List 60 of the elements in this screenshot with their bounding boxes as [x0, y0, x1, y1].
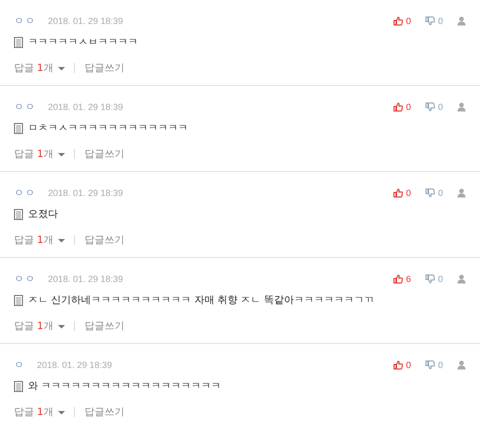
document-icon	[14, 36, 23, 48]
person-icon[interactable]	[457, 102, 466, 112]
document-icon	[14, 208, 23, 220]
comment-text: 오졌다	[28, 208, 58, 221]
caret-icon	[58, 238, 66, 242]
caret-icon	[58, 66, 66, 70]
person-icon[interactable]	[457, 188, 466, 198]
thumbs-down-icon	[424, 274, 435, 284]
caret-icon	[58, 324, 66, 328]
thumbs-down-icon	[424, 360, 435, 370]
dislike-button[interactable]: 0	[424, 188, 443, 198]
comment-date: 2018. 01. 29 18:39	[48, 102, 124, 112]
comment-date: 2018. 01. 29 18:39	[37, 360, 112, 370]
comment-text: ㅋㅋㅋㅋㅋㅅㅂㅋㅋㅋㅋ	[28, 36, 138, 49]
like-button[interactable]: 0	[392, 360, 411, 370]
comment-text: ㅈㄴ 신기하네ㅋㅋㅋㅋㅋㅋㅋㅋㅋㅋ 자매 취향 ㅈㄴ 똑같아ㅋㅋㅋㅋㅋㅋㄱㄲ	[28, 294, 374, 307]
like-button[interactable]: 6	[392, 274, 411, 284]
like-button[interactable]: 0	[392, 188, 411, 198]
like-button[interactable]: 0	[392, 102, 411, 112]
replies-toggle[interactable]: 답글 1개	[14, 147, 66, 161]
person-icon[interactable]	[457, 274, 466, 284]
document-icon	[14, 122, 23, 134]
write-reply-link[interactable]: 답글쓰기	[84, 319, 124, 333]
thumbs-up-icon	[392, 360, 403, 370]
comment-date: 2018. 01. 29 18:39	[48, 274, 124, 284]
thumbs-down-icon	[424, 16, 435, 26]
author-name[interactable]: ㅇㅇ	[14, 186, 36, 200]
author-name[interactable]: ㅇㅇ	[14, 14, 36, 28]
author-name[interactable]: ㅇㅇ	[14, 100, 36, 114]
dislike-button[interactable]: 0	[424, 16, 443, 26]
thumbs-down-icon	[424, 102, 435, 112]
comment-date: 2018. 01. 29 18:39	[48, 188, 124, 198]
caret-icon	[58, 152, 66, 156]
document-icon	[14, 294, 23, 306]
write-reply-link[interactable]: 답글쓰기	[84, 233, 124, 247]
thumbs-up-icon	[392, 188, 403, 198]
write-reply-link[interactable]: 답글쓰기	[84, 405, 124, 419]
thumbs-up-icon	[392, 274, 403, 284]
dislike-button[interactable]: 0	[424, 274, 443, 284]
thumbs-up-icon	[392, 102, 403, 112]
like-button[interactable]: 0	[392, 16, 411, 26]
author-name[interactable]: ㅇ	[14, 358, 25, 372]
caret-icon	[58, 410, 66, 414]
dislike-button[interactable]: 0	[424, 360, 443, 370]
author-name[interactable]: ㅇㅇ	[14, 272, 36, 286]
dislike-button[interactable]: 0	[424, 102, 443, 112]
comment-text: ㅁㅊㅋㅅㅋㅋㅋㅋㅋㅋㅋㅋㅋㅋㅋㅋ	[28, 122, 188, 135]
replies-toggle[interactable]: 답글 1개	[14, 233, 66, 247]
person-icon[interactable]	[457, 360, 466, 370]
document-icon	[14, 380, 23, 392]
replies-toggle[interactable]: 답글 1개	[14, 405, 66, 419]
comment-date: 2018. 01. 29 18:39	[48, 16, 124, 26]
write-reply-link[interactable]: 답글쓰기	[84, 147, 124, 161]
replies-toggle[interactable]: 답글 1개	[14, 61, 66, 75]
thumbs-down-icon	[424, 188, 435, 198]
write-reply-link[interactable]: 답글쓰기	[84, 61, 124, 75]
comment-text: 와 ㅋㅋㅋㅋㅋㅋㅋㅋㅋㅋㅋㅋㅋㅋㅋㅋㅋㅋ	[28, 380, 222, 393]
person-icon[interactable]	[457, 16, 466, 26]
replies-toggle[interactable]: 답글 1개	[14, 319, 66, 333]
thumbs-up-icon	[392, 16, 403, 26]
